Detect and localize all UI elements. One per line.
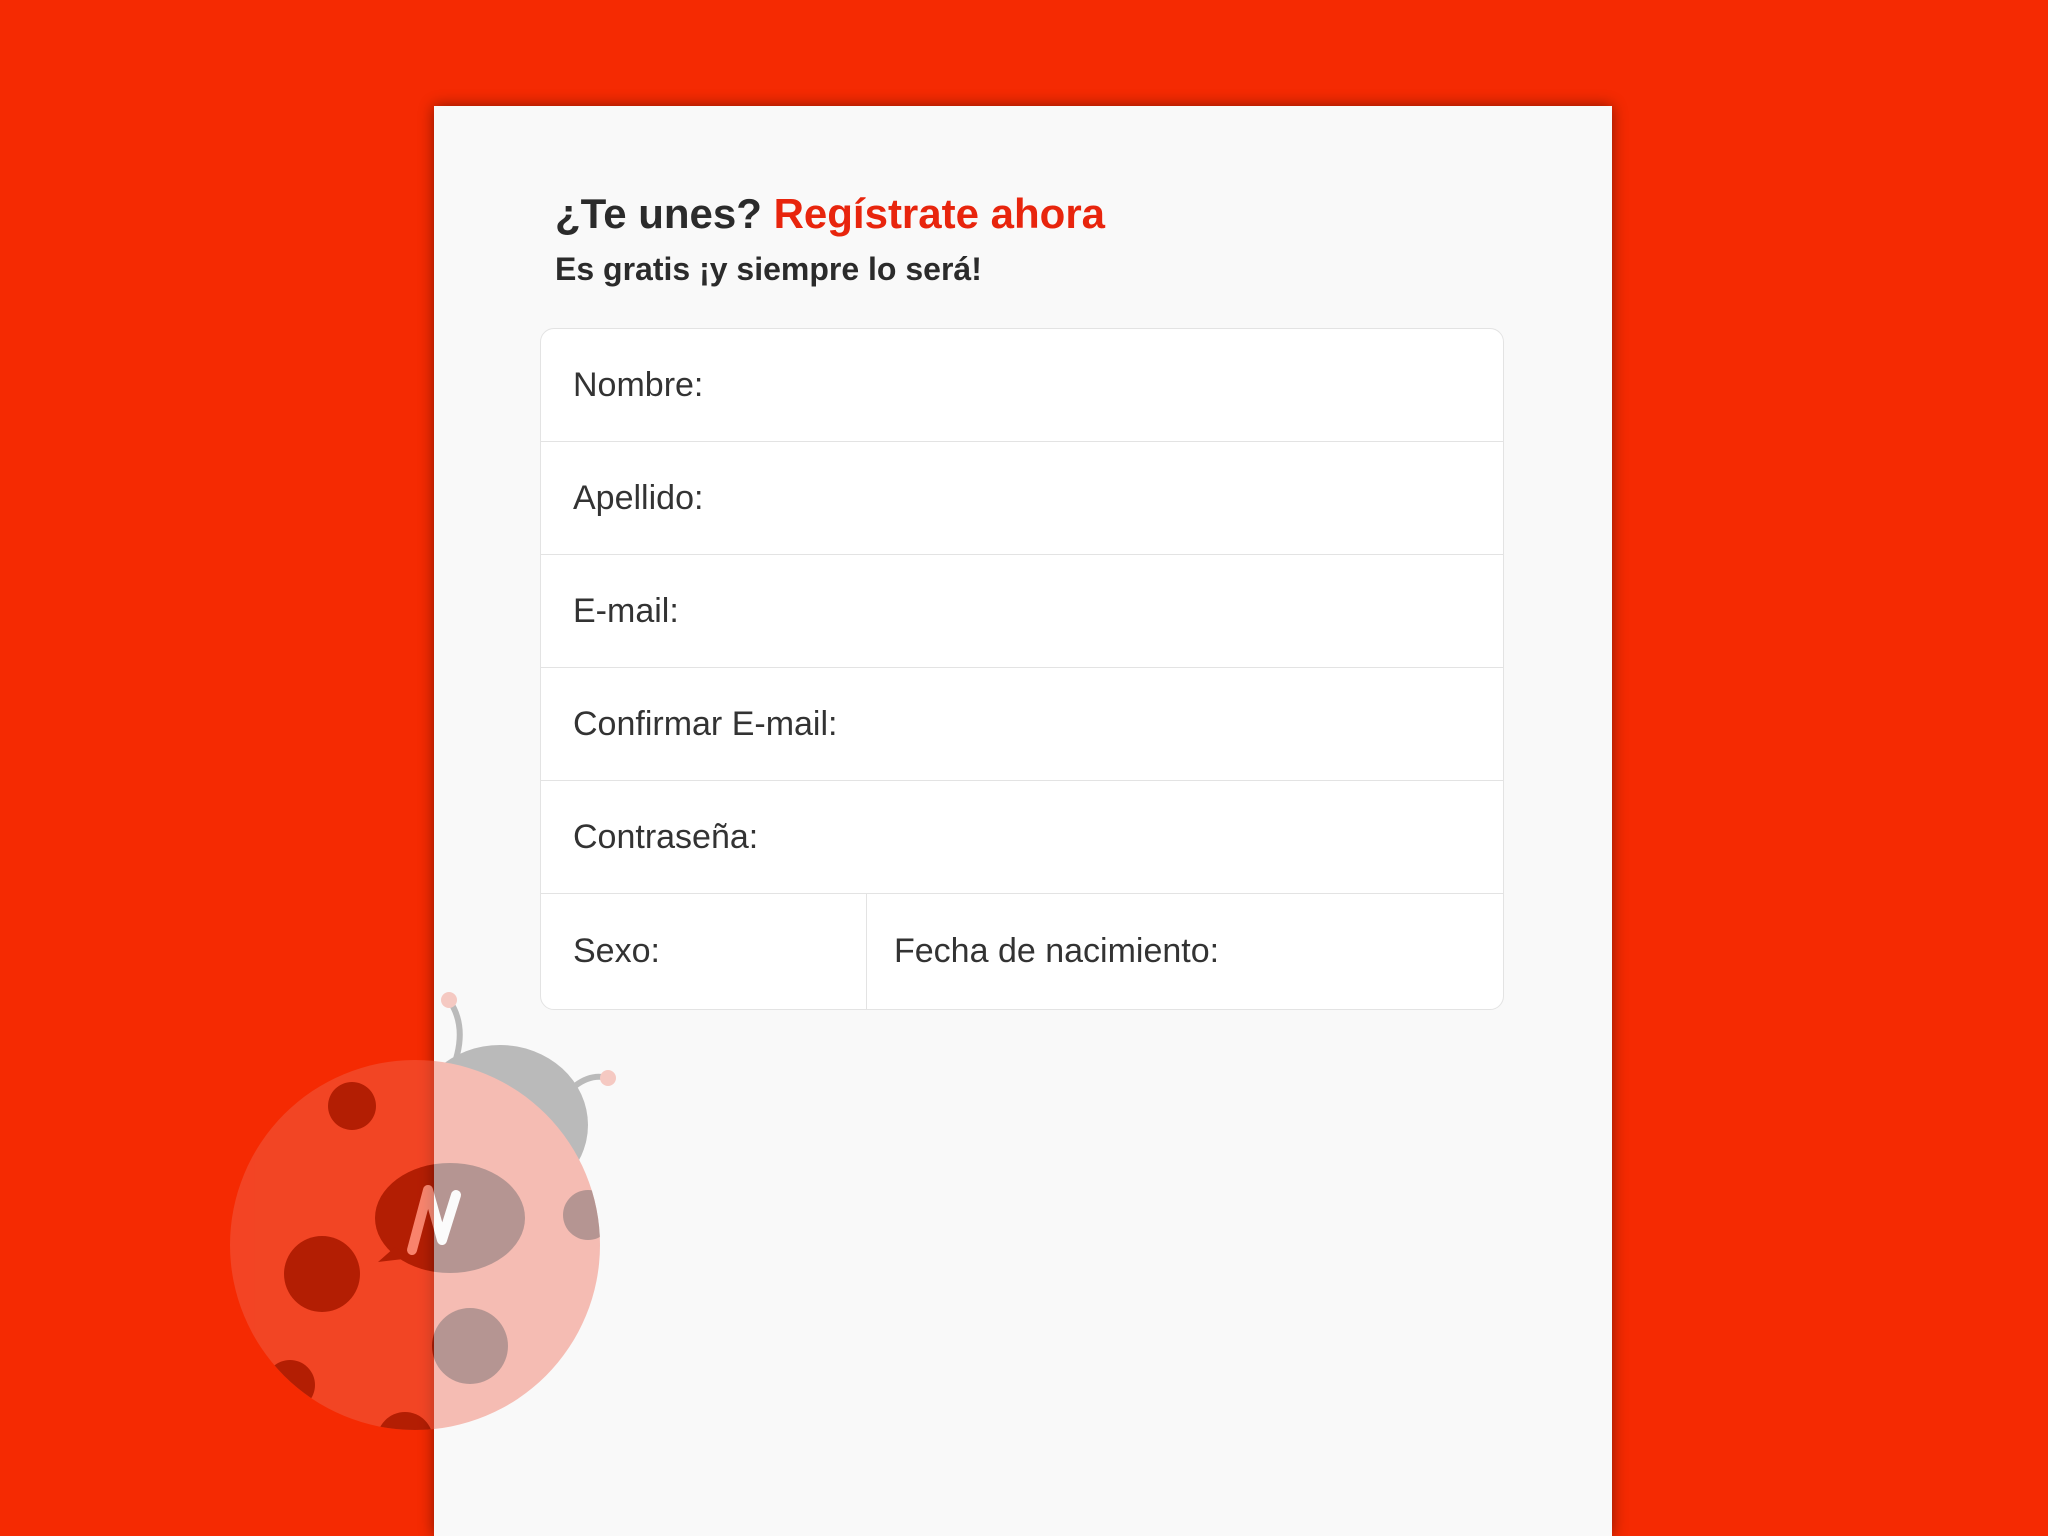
- gender-birthdate-row: Sexo: Fecha de nacimiento:: [541, 894, 1503, 1009]
- last-name-field[interactable]: Apellido:: [541, 442, 1503, 555]
- birthdate-select[interactable]: Fecha de nacimiento:: [867, 894, 1503, 1009]
- page-subtitle: Es gratis ¡y siempre lo será!: [555, 251, 982, 287]
- register-now-link[interactable]: Regístrate ahora: [774, 190, 1105, 237]
- signup-form: Nombre: Apellido: E-mail: Confirmar E-ma…: [540, 328, 1504, 1010]
- page-title: ¿Te unes? Regístrate ahora: [555, 190, 1105, 238]
- first-name-placeholder: Nombre:: [573, 365, 704, 404]
- confirm-email-placeholder: Confirmar E-mail:: [573, 704, 838, 743]
- email-field[interactable]: E-mail:: [541, 555, 1503, 668]
- ladybug-logo-icon: [230, 992, 616, 1430]
- password-placeholder: Contraseña:: [573, 817, 759, 856]
- last-name-placeholder: Apellido:: [573, 478, 704, 517]
- gender-placeholder: Sexo:: [573, 932, 660, 970]
- confirm-email-field[interactable]: Confirmar E-mail:: [541, 668, 1503, 781]
- email-placeholder: E-mail:: [573, 591, 679, 630]
- first-name-field[interactable]: Nombre:: [541, 329, 1503, 442]
- heading-question: ¿Te unes?: [555, 190, 762, 237]
- birthdate-placeholder: Fecha de nacimiento:: [894, 932, 1220, 970]
- password-field[interactable]: Contraseña:: [541, 781, 1503, 894]
